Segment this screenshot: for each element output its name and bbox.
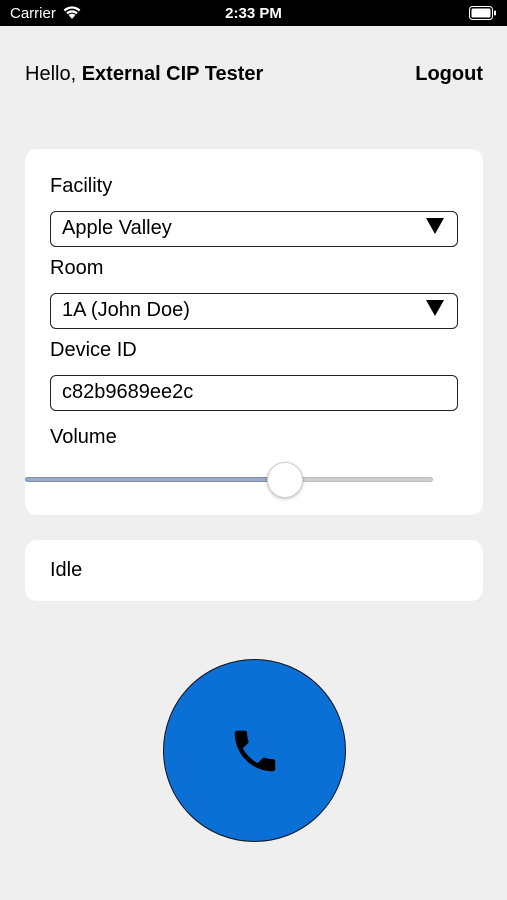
battery-icon bbox=[469, 6, 496, 20]
facility-select[interactable]: Apple Valley bbox=[50, 211, 458, 247]
logout-button[interactable]: Logout bbox=[415, 63, 483, 86]
phone-icon bbox=[234, 730, 276, 772]
room-value: 1A (John Doe) bbox=[62, 299, 190, 321]
triangle-down-icon bbox=[426, 218, 444, 234]
clock: 2:33 PM bbox=[225, 5, 282, 22]
device-id-field[interactable]: c82b9689ee2c bbox=[50, 375, 458, 411]
room-label: Room bbox=[50, 257, 104, 279]
call-status: Idle bbox=[50, 559, 83, 581]
status-bar: Carrier 2:33 PM bbox=[0, 0, 507, 26]
room-select[interactable]: 1A (John Doe) bbox=[50, 293, 458, 329]
facility-label: Facility bbox=[50, 175, 113, 197]
status-card: Idle bbox=[25, 540, 483, 601]
volume-slider[interactable] bbox=[25, 462, 433, 498]
call-button[interactable] bbox=[163, 659, 346, 842]
greeting-prefix: Hello, bbox=[25, 63, 77, 85]
slider-thumb[interactable] bbox=[266, 462, 303, 498]
triangle-down-icon bbox=[426, 300, 444, 316]
user-name: External CIP Tester bbox=[81, 63, 264, 85]
settings-card: Facility Apple Valley Room 1A (John Doe)… bbox=[25, 149, 483, 515]
device-id-value: c82b9689ee2c bbox=[62, 381, 194, 403]
device-id-label: Device ID bbox=[50, 339, 137, 361]
volume-label: Volume bbox=[50, 426, 117, 448]
slider-fill bbox=[25, 477, 285, 482]
greeting: Hello, External CIP Tester bbox=[25, 63, 263, 86]
facility-value: Apple Valley bbox=[62, 217, 172, 239]
